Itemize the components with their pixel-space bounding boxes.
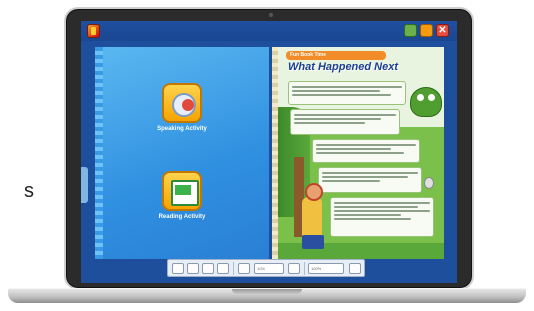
tools-button[interactable] [349,263,361,274]
bookmark-button[interactable] [202,263,214,274]
reading-activity-label: Reading Activity [158,214,206,220]
close-button[interactable]: ✕ [436,24,449,37]
home-button[interactable] [404,24,417,37]
pen-button[interactable] [238,263,250,274]
bottom-toolbar: 1/24 100% [167,259,365,277]
speaking-activity[interactable]: Speaking Activity [147,83,217,132]
page-title: What Happened Next [288,61,399,73]
zoom-field[interactable]: 100% [308,263,344,274]
story-text-box [290,109,400,135]
child-illustration [302,183,323,237]
first-page-button[interactable] [172,263,184,274]
speaking-activity-label: Speaking Activity [157,126,207,132]
right-page: Fun Book Time What Happened Next [272,47,444,259]
left-page: Speaking Activity Reading Activity [95,47,269,259]
laptop-notch [232,289,302,294]
speaking-activity-icon[interactable] [162,83,202,123]
side-panel-tab[interactable] [81,167,88,203]
camera-icon [269,13,273,17]
highlight-button[interactable] [217,263,229,274]
reading-activity-icon[interactable] [162,171,202,211]
page-edge [95,47,103,259]
toolbar-divider [304,262,305,275]
next-page-button[interactable] [288,263,300,274]
owl-illustration [424,177,434,189]
stray-letter: s [24,180,34,202]
laptop-screen: ✕ Speaking Activity Reading Activity Fun… [81,21,457,283]
story-text-box [312,139,420,163]
page-section-banner: Fun Book Time [286,51,386,60]
thumbnails-button[interactable] [187,263,199,274]
page-number-field[interactable]: 1/24 [254,263,284,274]
story-text-box [318,167,422,193]
toolbar-divider [233,262,234,275]
window-titlebar: ✕ [81,21,457,41]
laptop-base [8,288,526,303]
reading-activity[interactable]: Reading Activity [147,171,217,220]
story-text-box [288,81,406,105]
frog-illustration [410,87,442,117]
app-logo-icon[interactable] [87,24,100,38]
story-text-box [330,197,434,237]
settings-button[interactable] [420,24,433,37]
child-legs-illustration [302,235,324,249]
